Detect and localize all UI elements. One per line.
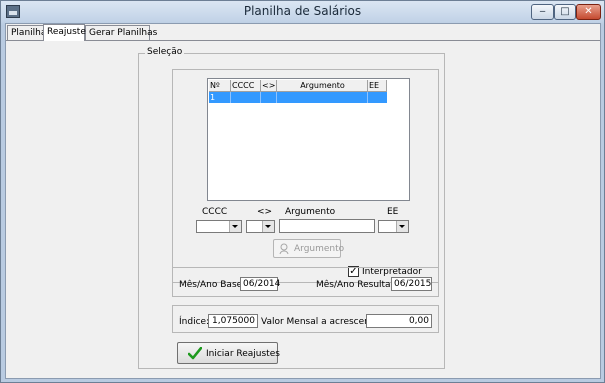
- cccc-select[interactable]: [196, 220, 242, 233]
- iniciar-reajustes-label: Iniciar Reajustes: [206, 349, 280, 359]
- tab-gerar-planilhas[interactable]: Gerar Planilhas: [85, 25, 157, 40]
- indice-label: Índice:: [179, 317, 210, 327]
- chevron-down-icon[interactable]: [262, 221, 274, 232]
- op-label: <>: [257, 207, 273, 217]
- argumento-button-label: Argumento: [294, 244, 345, 254]
- grid-header-cccc[interactable]: CCCC: [231, 80, 261, 92]
- grid-header-op[interactable]: <>: [261, 80, 277, 92]
- main-window: Planilha de Salários ‒ □ ✕ Planilha Reaj…: [0, 0, 605, 383]
- table-cell-op[interactable]: [261, 92, 277, 103]
- check-icon: [188, 347, 202, 360]
- table-cell-n[interactable]: 1: [209, 92, 231, 103]
- grid-header-n[interactable]: Nº: [209, 80, 231, 92]
- cccc-label: CCCC: [202, 207, 228, 217]
- chevron-down-icon[interactable]: [396, 221, 408, 232]
- base-label: Mês/Ano Base:: [179, 280, 246, 290]
- table-row[interactable]: 1: [209, 92, 387, 103]
- tab-strip-divider: [6, 40, 600, 41]
- iniciar-reajustes-button[interactable]: Iniciar Reajustes: [177, 342, 280, 364]
- title-bar[interactable]: Planilha de Salários ‒ □ ✕: [1, 1, 604, 23]
- grid-header-ee[interactable]: EE: [368, 80, 387, 92]
- minimize-button[interactable]: ‒: [531, 4, 554, 20]
- ee-label: EE: [387, 207, 399, 217]
- argumento-button[interactable]: Argumento: [273, 239, 345, 258]
- indice-field[interactable]: 1,075000: [208, 314, 258, 328]
- table-cell-ee[interactable]: [368, 92, 387, 103]
- ee-select[interactable]: [378, 220, 409, 233]
- selecao-group-label: Seleção: [145, 47, 185, 57]
- tab-bar: Planilha Reajuste Gerar Planilhas: [6, 24, 600, 41]
- table-cell-cccc[interactable]: [231, 92, 261, 103]
- argumento-label: Argumento: [285, 207, 336, 217]
- client-area: Planilha Reajuste Gerar Planilhas Seleçã…: [5, 23, 601, 379]
- operator-select[interactable]: [246, 220, 275, 233]
- maximize-button[interactable]: □: [554, 4, 576, 20]
- close-button[interactable]: ✕: [576, 4, 601, 20]
- base-field[interactable]: 06/2014: [240, 277, 280, 291]
- valor-field[interactable]: 0,00: [366, 314, 432, 328]
- search-user-icon: [279, 243, 289, 255]
- tab-planilha[interactable]: Planilha: [7, 25, 46, 40]
- chevron-down-icon[interactable]: [229, 221, 241, 232]
- argumento-input[interactable]: [279, 219, 375, 233]
- criteria-grid[interactable]: Nº CCCC <> Argumento EE 1: [207, 78, 410, 201]
- tab-reajuste[interactable]: Reajuste: [43, 24, 86, 41]
- table-cell-argumento[interactable]: [277, 92, 368, 103]
- window-title: Planilha de Salários: [243, 4, 362, 18]
- resultado-field[interactable]: 06/2015: [391, 277, 432, 291]
- grid-header-argumento[interactable]: Argumento: [277, 80, 368, 92]
